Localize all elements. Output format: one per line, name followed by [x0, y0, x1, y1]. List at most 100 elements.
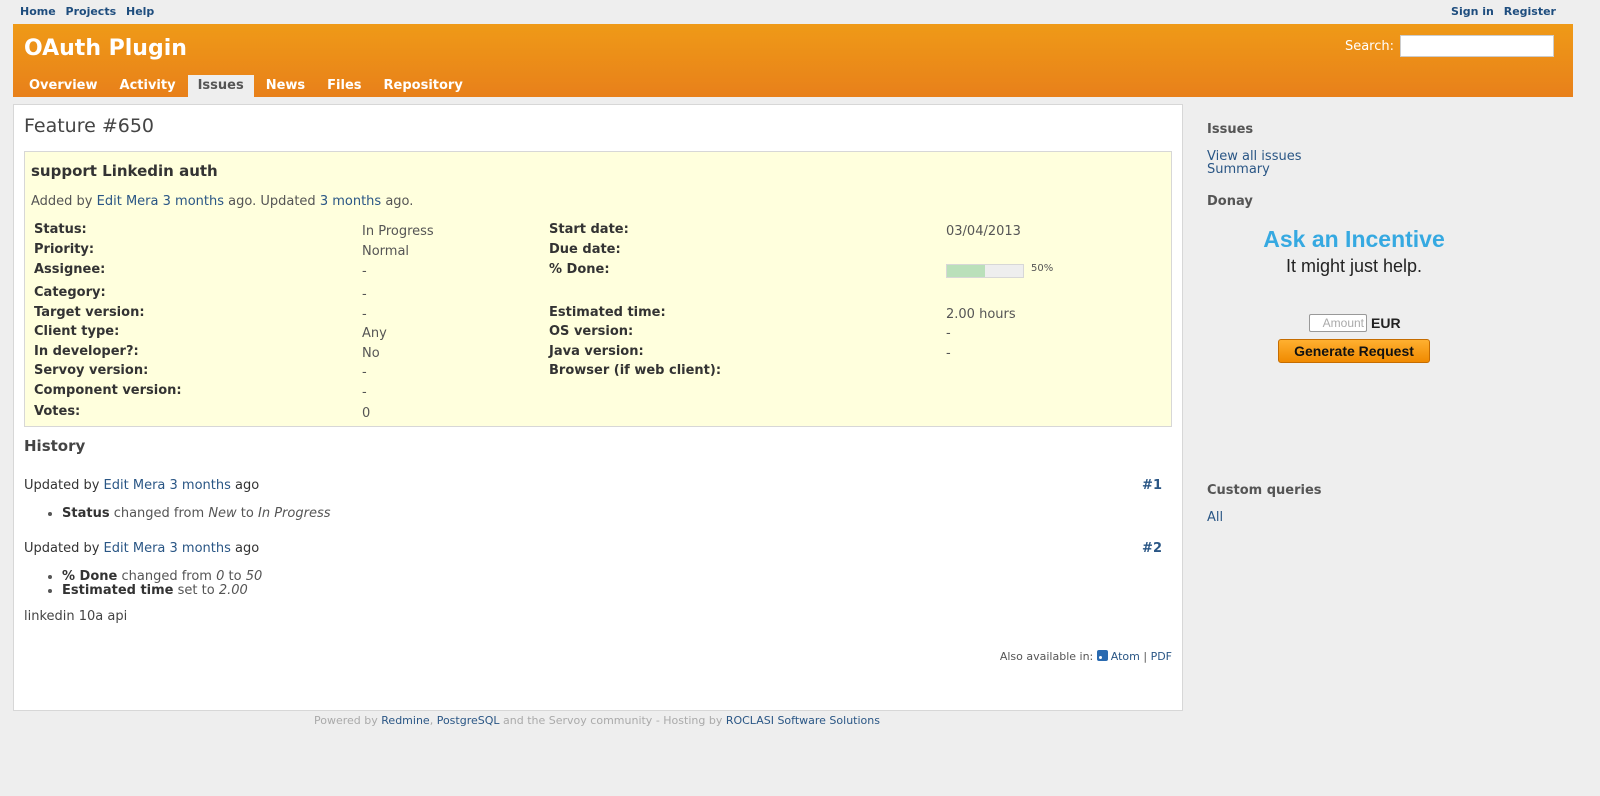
- client-type-value: Any: [362, 326, 387, 341]
- content: Feature #650 support Linkedin auth Added…: [13, 104, 1183, 711]
- os-version-label: OS version:: [549, 324, 634, 339]
- top-menu: Home Projects Help Sign in Register: [0, 0, 1600, 24]
- journal-prefix: Updated by: [24, 478, 104, 493]
- redmine-link[interactable]: Redmine: [381, 714, 429, 727]
- detail-text: changed from: [117, 569, 217, 584]
- detail-from: New: [208, 506, 237, 521]
- feed-icon: [1096, 650, 1108, 661]
- java-version-value: -: [946, 346, 951, 361]
- journal-notes: linkedin 10a api: [24, 609, 128, 624]
- component-version-value: -: [362, 385, 367, 400]
- amount-input[interactable]: Amount: [1309, 314, 1367, 333]
- detail-to-text: to: [224, 569, 246, 584]
- also-available-text: Also available in:: [999, 650, 1097, 663]
- search-input[interactable]: [1400, 35, 1554, 57]
- journal-ago-link[interactable]: 3 months: [170, 541, 231, 556]
- estimated-time-value: 2.00 hours: [946, 307, 1016, 322]
- os-version-value: -: [946, 326, 951, 341]
- java-version-label: Java version:: [549, 344, 644, 359]
- help-link[interactable]: Help: [126, 5, 154, 18]
- added-by-text: Added by: [31, 194, 97, 209]
- incentive-title: Ask an Incentive: [1263, 226, 1445, 252]
- detail-field: Estimated time: [62, 583, 174, 598]
- author-link[interactable]: Edit Mera: [97, 194, 159, 209]
- detail-to: 2.00: [218, 583, 248, 598]
- journal-detail: Status changed from New to In Progress: [62, 507, 330, 521]
- component-version-label: Component version:: [34, 383, 182, 398]
- created-link[interactable]: 3 months: [163, 194, 224, 209]
- history-title: History: [24, 437, 86, 455]
- all-queries-link[interactable]: All: [1207, 510, 1223, 525]
- host-link[interactable]: ROCLASI Software Solutions: [726, 714, 880, 727]
- summary-link[interactable]: Summary: [1207, 162, 1270, 177]
- journal-number-link[interactable]: #2: [1142, 541, 1162, 556]
- journal-author-link[interactable]: Edit Mera: [104, 541, 166, 556]
- powered-by-text: Powered by: [314, 714, 382, 727]
- project-title: OAuth Plugin: [24, 36, 187, 61]
- atom-link[interactable]: Atom: [1111, 650, 1140, 663]
- detail-field: Status: [62, 506, 110, 521]
- other-formats: Also available in: Atom | PDF: [1000, 650, 1172, 663]
- start-date-value: 03/04/2013: [946, 224, 1021, 239]
- register-link[interactable]: Register: [1504, 5, 1556, 18]
- footer: Powered by Redmine, PostgreSQL and the S…: [13, 714, 1181, 727]
- category-value: -: [362, 287, 367, 302]
- journal-header: Updated by Edit Mera 3 months ago: [24, 478, 259, 493]
- journal-prefix: Updated by: [24, 541, 104, 556]
- priority-value: Normal: [362, 244, 410, 259]
- main-menu: Overview Activity Issues News Files Repositor…: [19, 75, 475, 97]
- detail-text: set to: [173, 583, 219, 598]
- quick-search: Search:: [1345, 35, 1560, 57]
- target-version-value: -: [362, 307, 367, 322]
- tab-overview[interactable]: Overview: [19, 75, 108, 97]
- detail-field: % Done: [62, 569, 118, 584]
- search-label: Search:: [1344, 38, 1394, 54]
- done-progress-bar: [946, 264, 1024, 278]
- estimated-time-label: Estimated time:: [549, 305, 666, 320]
- tab-repository[interactable]: Repository: [374, 75, 473, 97]
- home-link[interactable]: Home: [20, 5, 56, 18]
- browser-label: Browser (if web client):: [549, 363, 722, 378]
- detail-to: 50: [245, 569, 263, 584]
- updated-text: ago. Updated: [224, 194, 320, 209]
- target-version-label: Target version:: [34, 305, 145, 320]
- status-value: In Progress: [362, 224, 434, 239]
- journal-number-link[interactable]: #1: [1142, 478, 1162, 493]
- start-date-label: Start date:: [549, 222, 629, 237]
- journal-suffix: ago: [230, 541, 260, 556]
- journal-header: Updated by Edit Mera 3 months ago: [24, 541, 259, 556]
- journal-detail: % Done changed from 0 to 50: [62, 570, 262, 584]
- tab-activity[interactable]: Activity: [110, 75, 186, 97]
- issue-heading: Feature #650: [24, 115, 155, 137]
- footer-comma: ,: [429, 714, 437, 727]
- updated-link[interactable]: 3 months: [320, 194, 381, 209]
- servoy-version-label: Servoy version:: [34, 363, 149, 378]
- category-label: Category:: [34, 285, 106, 300]
- journal-author-link[interactable]: Edit Mera: [104, 478, 166, 493]
- generate-request-button[interactable]: Generate Request: [1278, 339, 1430, 363]
- servoy-version-value: -: [362, 365, 367, 380]
- assignee-value: -: [362, 264, 367, 279]
- journal-details: Status changed from New to In Progress: [42, 507, 330, 521]
- postgresql-link[interactable]: PostgreSQL: [437, 714, 500, 727]
- done-label: % Done:: [549, 262, 610, 277]
- issue-subject: support Linkedin auth: [31, 162, 218, 180]
- sidebar-donate-title: Donay: [1207, 194, 1253, 209]
- projects-link[interactable]: Projects: [66, 5, 117, 18]
- journal-ago-link[interactable]: 3 months: [170, 478, 231, 493]
- ago-text: ago.: [381, 194, 414, 209]
- journal-details: % Done changed from 0 to 50 Estimated ti…: [42, 570, 262, 598]
- sign-in-link[interactable]: Sign in: [1451, 5, 1494, 18]
- issue-box: support Linkedin auth Added by Edit Mera…: [24, 151, 1172, 427]
- votes-value: 0: [362, 406, 371, 421]
- pdf-link[interactable]: PDF: [1151, 650, 1172, 663]
- issue-author-line: Added by Edit Mera 3 months ago. Updated…: [31, 194, 413, 209]
- format-separator: |: [1139, 650, 1151, 663]
- done-progress-fill: [947, 265, 985, 277]
- assignee-label: Assignee:: [34, 262, 106, 277]
- tab-issues[interactable]: Issues: [187, 75, 254, 97]
- tab-news[interactable]: News: [256, 75, 315, 97]
- tab-files[interactable]: Files: [317, 75, 371, 97]
- detail-to-text: to: [236, 506, 258, 521]
- done-percent-text: 50%: [1031, 263, 1054, 274]
